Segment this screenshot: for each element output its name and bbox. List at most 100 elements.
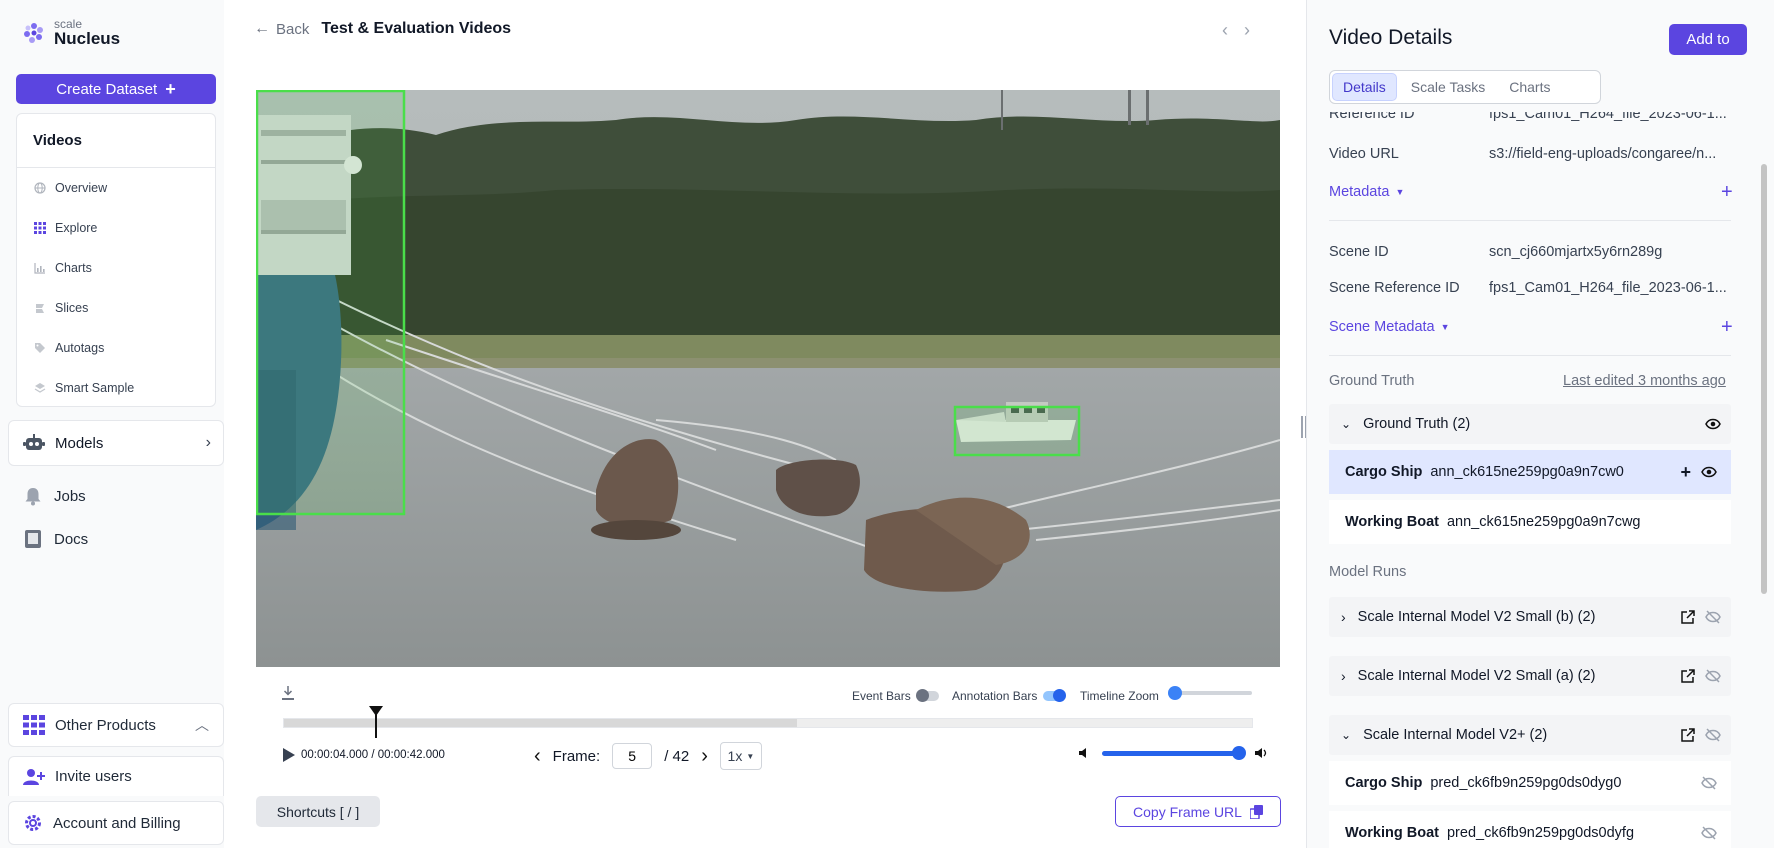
chevron-right-icon: ›: [1341, 668, 1346, 684]
sidebar-item-smart-sample[interactable]: Smart Sample: [17, 368, 215, 408]
other-products-toggle[interactable]: Other Products ︿: [8, 703, 224, 747]
add-scene-metadata-icon[interactable]: +: [1721, 317, 1733, 337]
account-billing-button[interactable]: Account and Billing: [8, 801, 224, 845]
next-frame-icon[interactable]: ›: [701, 745, 708, 768]
panel-scrollbar[interactable]: [1761, 164, 1767, 594]
plus-icon[interactable]: +: [1680, 462, 1691, 483]
scene-metadata-toggle[interactable]: Scene Metadata ▼: [1329, 319, 1450, 335]
ground-truth-annotation-row[interactable]: Working Boat ann_ck615ne259pg0a9n7cwg: [1329, 500, 1731, 544]
model-run-group[interactable]: › Scale Internal Model V2 Small (b) (2): [1329, 597, 1731, 637]
bell-icon: [25, 488, 41, 506]
last-edited-link[interactable]: Last edited 3 months ago: [1563, 373, 1726, 389]
model-run-label: Scale Internal Model V2 Small (a) (2): [1357, 668, 1596, 684]
metadata-toggle[interactable]: Metadata ▼: [1329, 184, 1404, 200]
docs-label: Docs: [54, 530, 89, 548]
eye-icon[interactable]: [1705, 418, 1721, 430]
copy-frame-url-label: Copy Frame URL: [1133, 803, 1242, 820]
tab-details[interactable]: Details: [1332, 73, 1397, 101]
sidebar-item-charts[interactable]: Charts: [17, 248, 215, 288]
add-to-button[interactable]: Add to: [1669, 24, 1747, 55]
scene-id-row: Scene ID scn_cj660mjartx5y6rn289g: [1329, 244, 1729, 260]
panel-title: Video Details: [1329, 26, 1453, 49]
sidebar-item-label: Smart Sample: [55, 381, 135, 395]
sidebar-item-jobs[interactable]: Jobs: [24, 486, 86, 506]
sidebar-item-docs[interactable]: Docs: [24, 529, 88, 549]
zoom-slider-thumb[interactable]: [1168, 686, 1182, 700]
model-run-group[interactable]: ⌄ Scale Internal Model V2+ (2): [1329, 715, 1731, 755]
eye-off-icon[interactable]: [1705, 728, 1721, 742]
arrow-left-icon: ←: [254, 20, 270, 37]
copy-icon: [1249, 804, 1263, 819]
invite-users-label: Invite users: [55, 768, 132, 785]
invite-users-button[interactable]: Invite users: [8, 756, 224, 796]
account-billing-label: Account and Billing: [53, 814, 181, 832]
event-bars-label: Event Bars: [852, 689, 911, 703]
create-dataset-button[interactable]: Create Dataset +: [16, 74, 216, 104]
layers-icon: [33, 381, 47, 395]
brand[interactable]: scale Nucleus: [22, 18, 120, 48]
prediction-class: Working Boat: [1345, 825, 1439, 841]
previous-item-icon[interactable]: ‹: [1222, 20, 1228, 41]
volume-slider-thumb[interactable]: [1232, 745, 1246, 760]
video-url-row: Video URL s3://field-eng-uploads/congare…: [1329, 146, 1729, 162]
ground-truth-group[interactable]: ⌄ Ground Truth (2): [1329, 404, 1731, 444]
video-frame[interactable]: [256, 90, 1280, 667]
tab-scale-tasks[interactable]: Scale Tasks: [1401, 73, 1495, 101]
sidebar-item-overview[interactable]: Overview: [17, 168, 215, 208]
sidebar-item-models[interactable]: Models ›: [8, 420, 224, 466]
play-icon[interactable]: [283, 748, 295, 762]
model-run-group[interactable]: › Scale Internal Model V2 Small (a) (2): [1329, 656, 1731, 696]
nucleus-logo-icon: [24, 23, 43, 43]
grid-icon: [33, 221, 47, 235]
sidebar-item-slices[interactable]: Slices: [17, 288, 215, 328]
prediction-row[interactable]: Working Boat pred_ck6fb9n259pg0ds0dyfg: [1329, 811, 1731, 848]
external-link-icon[interactable]: [1681, 669, 1695, 683]
copy-frame-url-button[interactable]: Copy Frame URL: [1115, 796, 1281, 827]
cargo-ship-bbox[interactable]: [256, 90, 406, 516]
annotation-bars-switch[interactable]: [1043, 689, 1067, 702]
external-link-icon[interactable]: [1681, 728, 1695, 742]
chevron-up-icon: ︿: [195, 717, 209, 733]
details-scroll-area[interactable]: Reference ID fps1_Cam01_H264_file_2023-0…: [1307, 112, 1774, 848]
sidebar-item-autotags[interactable]: Autotags: [17, 328, 215, 368]
annotation-class: Working Boat: [1345, 514, 1439, 530]
timeline-buffered: [284, 719, 798, 727]
timeline-zoom-slider[interactable]: [1168, 686, 1252, 700]
ground-truth-annotation-row[interactable]: Cargo Ship ann_ck615ne259pg0a9n7cw0 +: [1329, 450, 1731, 494]
working-boat-bbox[interactable]: [953, 405, 1081, 457]
volume-controls: [1078, 745, 1268, 760]
back-link[interactable]: ← Back: [254, 20, 309, 38]
volume-low-icon[interactable]: [1078, 747, 1090, 759]
timeline-playhead[interactable]: [369, 706, 384, 738]
scene-reference-id-value: fps1_Cam01_H264_file_2023-06-1...: [1489, 280, 1727, 296]
event-bars-switch[interactable]: [915, 689, 939, 702]
eye-off-icon[interactable]: [1705, 669, 1721, 683]
eye-off-icon[interactable]: [1705, 610, 1721, 624]
prediction-row[interactable]: Cargo Ship pred_ck6fb9n259pg0ds0dyg0: [1329, 761, 1731, 805]
eye-off-icon[interactable]: [1701, 826, 1717, 840]
playback-speed-select[interactable]: 1x ▼: [719, 742, 762, 770]
add-metadata-icon[interactable]: +: [1721, 182, 1733, 202]
model-run-label: Scale Internal Model V2+ (2): [1363, 727, 1548, 743]
video-url-value[interactable]: s3://field-eng-uploads/congaree/n...: [1489, 146, 1729, 162]
shortcuts-button[interactable]: Shortcuts [ / ]: [256, 796, 380, 827]
volume-high-icon[interactable]: [1254, 747, 1268, 759]
reference-id-row: Reference ID fps1_Cam01_H264_file_2023-0…: [1329, 112, 1729, 122]
external-link-icon[interactable]: [1681, 610, 1695, 624]
timeline-track[interactable]: [283, 718, 1253, 728]
timeline-zoom-label: Timeline Zoom: [1080, 689, 1159, 703]
frame-label: Frame:: [552, 747, 601, 765]
tab-charts[interactable]: Charts: [1499, 73, 1560, 101]
sidebar-item-explore[interactable]: Explore: [17, 208, 215, 248]
next-item-icon[interactable]: ›: [1244, 20, 1250, 41]
eye-icon[interactable]: [1701, 466, 1717, 478]
download-icon[interactable]: [282, 686, 294, 700]
frame-input[interactable]: [612, 743, 653, 769]
videos-section-title: Videos: [17, 114, 215, 168]
volume-slider[interactable]: [1102, 745, 1246, 760]
video-details-panel: Video Details Add to Details Scale Tasks…: [1306, 0, 1774, 848]
page-title: Test & Evaluation Videos: [321, 20, 512, 37]
previous-frame-icon[interactable]: ‹: [534, 745, 541, 768]
prediction-id: pred_ck6fb9n259pg0ds0dyfg: [1446, 825, 1635, 841]
eye-off-icon[interactable]: [1701, 776, 1717, 790]
